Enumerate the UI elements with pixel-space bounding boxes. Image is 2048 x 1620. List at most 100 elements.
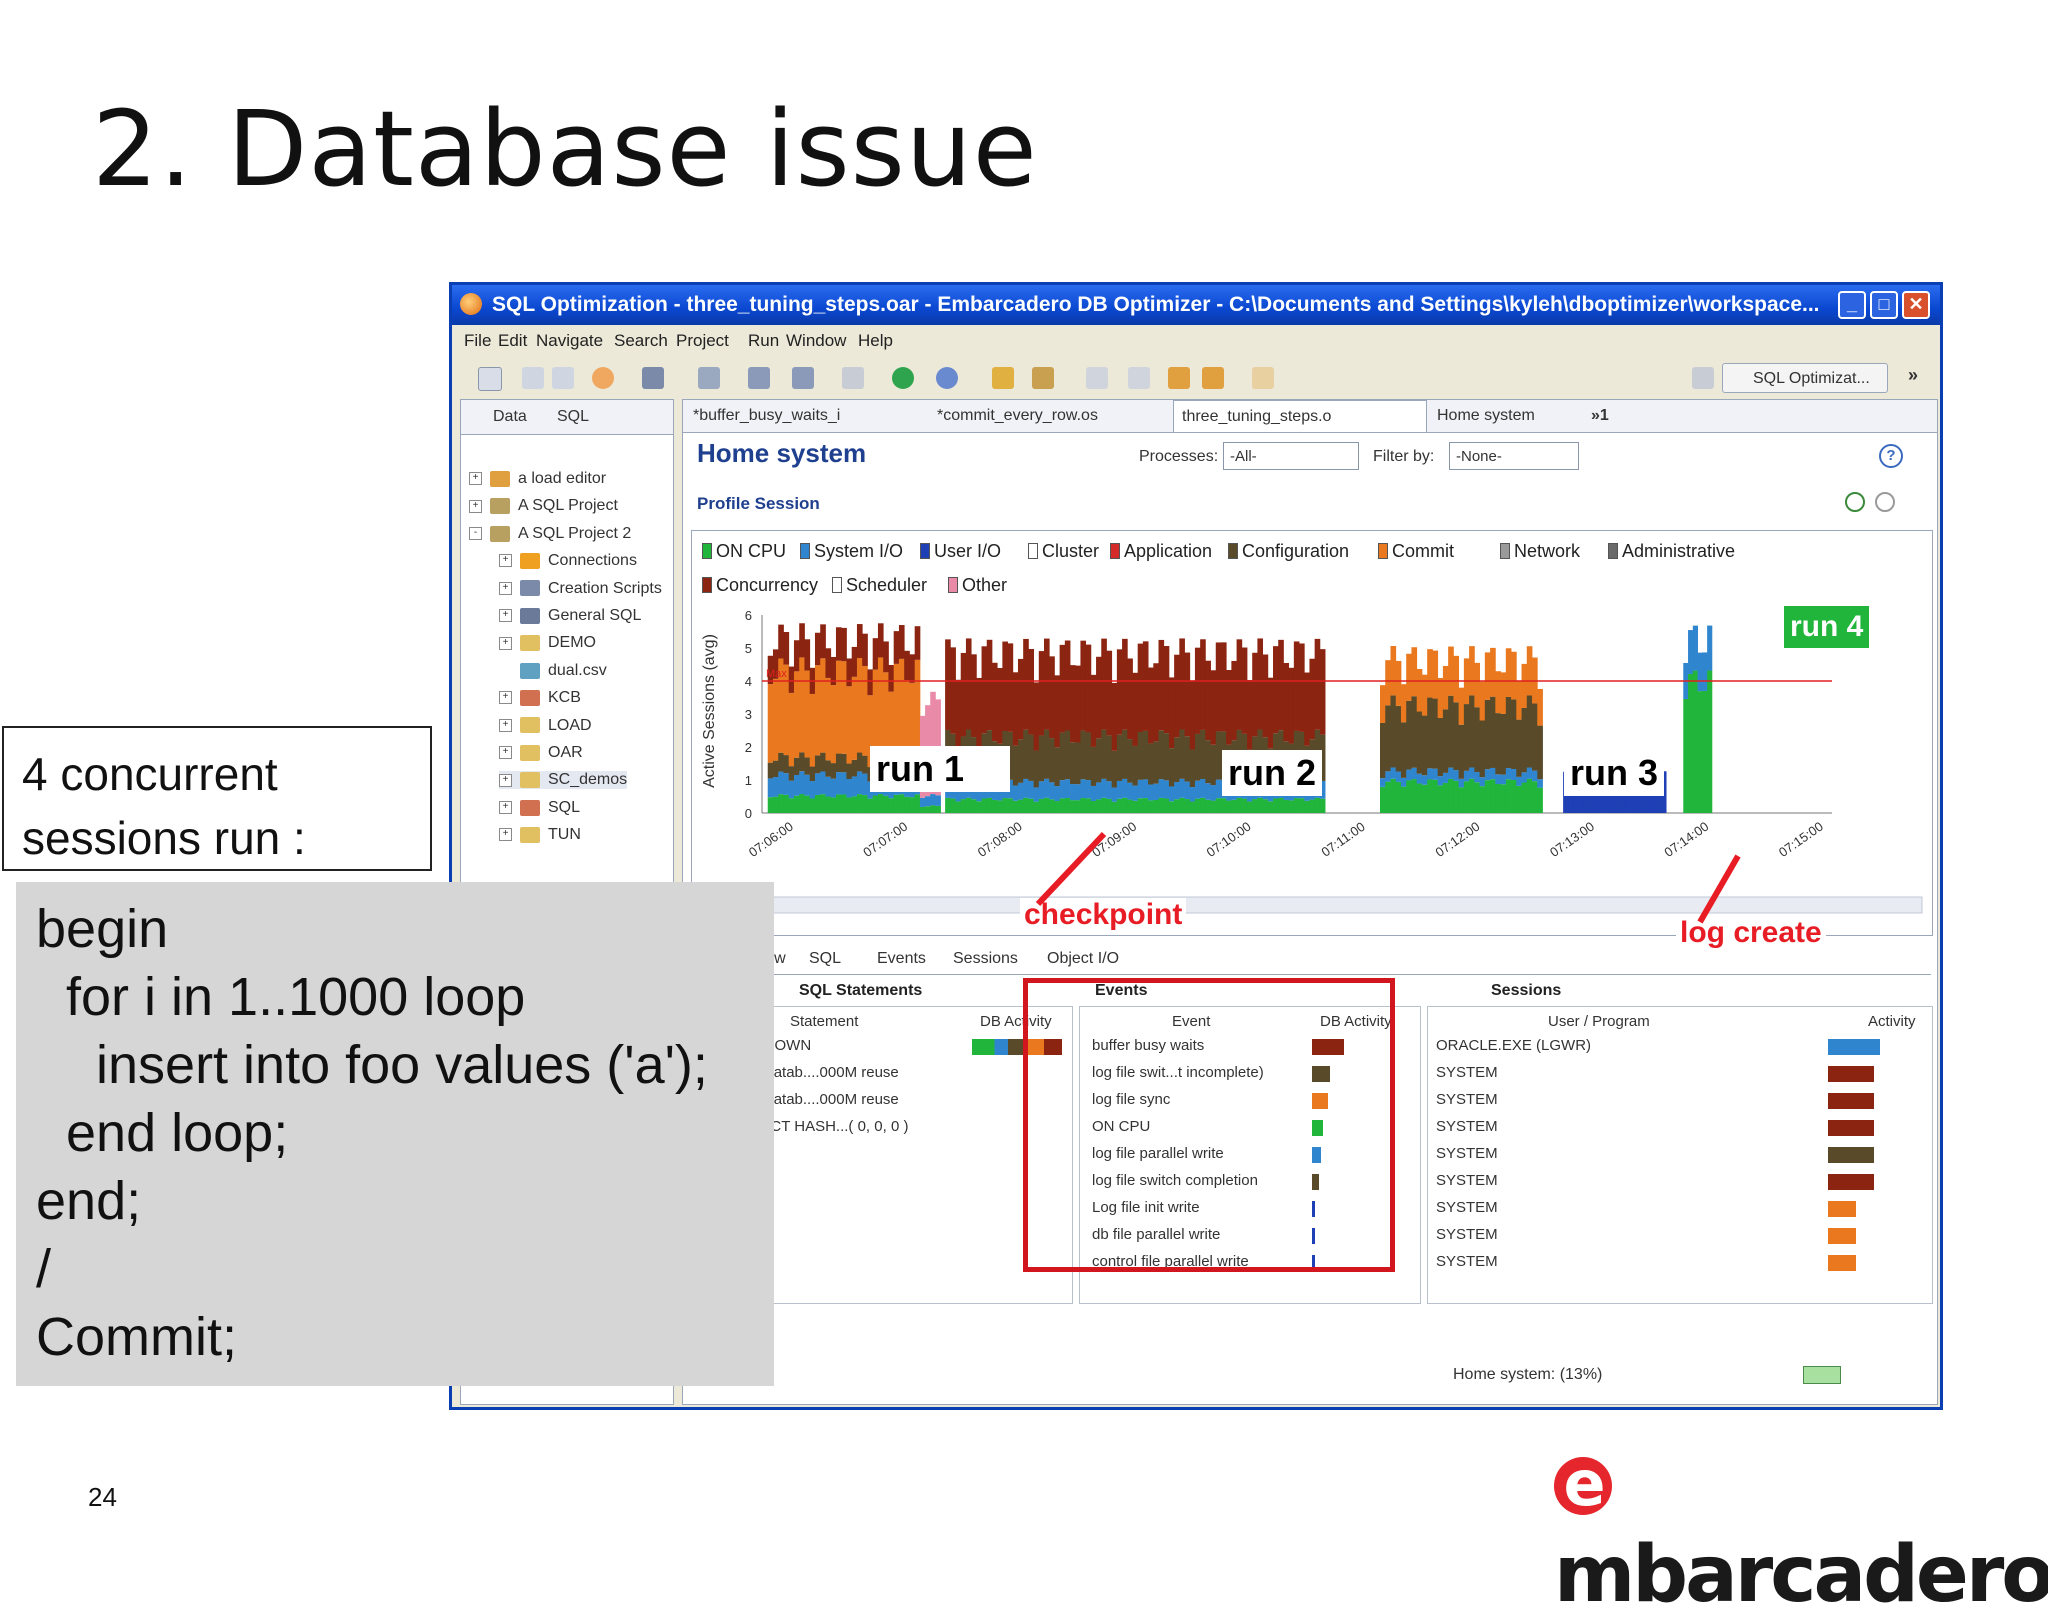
session-row[interactable]: SYSTEM <box>1436 1199 1498 1216</box>
tab-home-system[interactable]: Home system <box>1429 400 1579 432</box>
tree-expander[interactable]: + <box>499 718 512 732</box>
menu-search[interactable]: Search <box>614 331 668 351</box>
tree-item[interactable]: + LOAD <box>499 717 592 735</box>
tree-item[interactable]: + A SQL Project <box>469 497 618 515</box>
chart-bar-segment <box>830 685 837 764</box>
tab-commit-every-row[interactable]: *commit_every_row.os <box>929 400 1169 432</box>
menu-project[interactable]: Project <box>676 331 729 351</box>
menu-run[interactable]: Run <box>748 331 779 351</box>
tree-item[interactable]: + SQL <box>499 799 580 817</box>
chart-bar-segment <box>1137 798 1144 813</box>
menu-file[interactable]: File <box>464 331 491 351</box>
settings-icon[interactable] <box>842 367 864 389</box>
tab-sql-bottom[interactable]: SQL <box>809 950 841 968</box>
tree-expander[interactable]: + <box>499 609 512 623</box>
forward-history-icon[interactable] <box>1252 367 1274 389</box>
chart-bar-segment <box>825 760 832 777</box>
tree-expander[interactable]: + <box>499 636 512 650</box>
chart-bar-segment <box>1288 667 1295 744</box>
database-icon[interactable] <box>642 367 664 389</box>
chart-bar-segment <box>965 797 972 813</box>
title-bar[interactable]: SQL Optimization - three_tuning_steps.oa… <box>452 285 1940 325</box>
tree-expander[interactable]: + <box>469 472 482 486</box>
edit-icon[interactable] <box>698 367 720 389</box>
tab-data[interactable]: Data <box>493 408 527 426</box>
close-button[interactable]: ✕ <box>1902 291 1930 319</box>
tree-expander[interactable]: + <box>469 499 482 513</box>
tab-sql[interactable]: SQL <box>557 408 589 426</box>
tree-item[interactable]: - A SQL Project 2 <box>469 525 631 543</box>
tree-expander[interactable]: + <box>499 554 512 568</box>
tree-item[interactable]: + General SQL <box>499 607 641 625</box>
folder-icon <box>520 826 540 843</box>
perspective-more[interactable]: » <box>1908 365 1918 386</box>
session-row[interactable]: SYSTEM <box>1436 1064 1498 1081</box>
maximize-button[interactable]: □ <box>1870 291 1898 319</box>
wand-icon[interactable] <box>1032 367 1054 389</box>
session-row[interactable]: SYSTEM <box>1436 1145 1498 1162</box>
menu-window[interactable]: Window <box>786 331 846 351</box>
zoom-in-icon[interactable] <box>1845 492 1865 512</box>
help-icon[interactable]: ? <box>1879 444 1903 468</box>
tab-sessions[interactable]: Sessions <box>953 950 1018 968</box>
chart-bar-segment <box>814 632 821 666</box>
tree-item[interactable]: + KCB <box>499 689 581 707</box>
session-row[interactable]: SYSTEM <box>1436 1091 1498 1108</box>
tree-item[interactable]: + a load editor <box>469 470 606 488</box>
new-icon[interactable] <box>478 367 502 391</box>
tree-expander[interactable]: + <box>499 746 512 760</box>
tab-object-io[interactable]: Object I/O <box>1047 950 1119 968</box>
tree-expander[interactable]: + <box>499 773 512 787</box>
chart-bar-segment <box>950 798 956 813</box>
tree-item[interactable]: dual.csv <box>499 662 607 680</box>
pin-icon[interactable] <box>1086 367 1108 389</box>
max-line-label: Max <box>766 668 787 680</box>
menu-help[interactable]: Help <box>858 331 893 351</box>
chart-bar-segment <box>1184 781 1191 800</box>
tree-expander[interactable]: + <box>499 828 512 842</box>
tree-item[interactable]: + Connections <box>499 552 637 570</box>
back-icon[interactable] <box>1168 367 1190 389</box>
menu-edit[interactable]: Edit <box>498 331 527 351</box>
tab-three-tuning-steps[interactable]: three_tuning_steps.o <box>1173 400 1427 432</box>
zoom-out-icon[interactable] <box>1875 492 1895 512</box>
tree-expander[interactable]: + <box>499 691 512 705</box>
tree-item[interactable]: + Creation Scripts <box>499 580 662 598</box>
tree-item[interactable]: + SC_demos <box>499 771 628 790</box>
search-icon[interactable] <box>936 367 958 389</box>
chart-bar-segment <box>1416 773 1423 784</box>
chart-bar-segment <box>888 665 895 692</box>
tree-item[interactable]: + TUN <box>499 826 581 844</box>
session-row[interactable]: SYSTEM <box>1436 1253 1498 1270</box>
tab-overflow[interactable]: »1 <box>1583 400 1643 432</box>
tree-expander[interactable]: + <box>499 801 512 815</box>
session-row[interactable]: SYSTEM <box>1436 1118 1498 1135</box>
perspective-button[interactable]: SQL Optimizat... <box>1722 363 1888 393</box>
refresh-icon[interactable] <box>592 367 614 389</box>
minimize-button[interactable]: _ <box>1838 291 1866 319</box>
open-perspective-icon[interactable] <box>1692 367 1714 389</box>
forward-icon[interactable] <box>1202 367 1224 389</box>
sql-icon[interactable] <box>748 367 770 389</box>
folder-icon[interactable] <box>992 367 1014 389</box>
tree-item[interactable]: + DEMO <box>499 634 596 652</box>
menu-navigate[interactable]: Navigate <box>536 331 603 351</box>
tab-buffer-busy-waits[interactable]: *buffer_busy_waits_i <box>685 400 925 432</box>
processes-select[interactable]: -All- <box>1223 442 1359 470</box>
save-all-icon[interactable] <box>552 367 574 389</box>
session-row[interactable]: SYSTEM <box>1436 1172 1498 1189</box>
save-icon[interactable] <box>522 367 544 389</box>
session-row[interactable]: ORACLE.EXE (LGWR) <box>1436 1037 1591 1054</box>
filter-select[interactable]: -None- <box>1449 442 1579 470</box>
tree-expander[interactable]: + <box>499 581 512 595</box>
tree-expander[interactable]: - <box>469 527 482 541</box>
run-icon[interactable] <box>892 367 914 389</box>
next-annotation-icon[interactable] <box>1128 367 1150 389</box>
chart-bar-segment <box>950 647 956 734</box>
tree-item[interactable]: + OAR <box>499 744 583 762</box>
folder-icon <box>520 799 540 816</box>
chart-bar-segment <box>1017 799 1024 813</box>
session-row[interactable]: SYSTEM <box>1436 1226 1498 1243</box>
tab-events[interactable]: Events <box>877 950 926 968</box>
profile-icon[interactable] <box>792 367 814 389</box>
